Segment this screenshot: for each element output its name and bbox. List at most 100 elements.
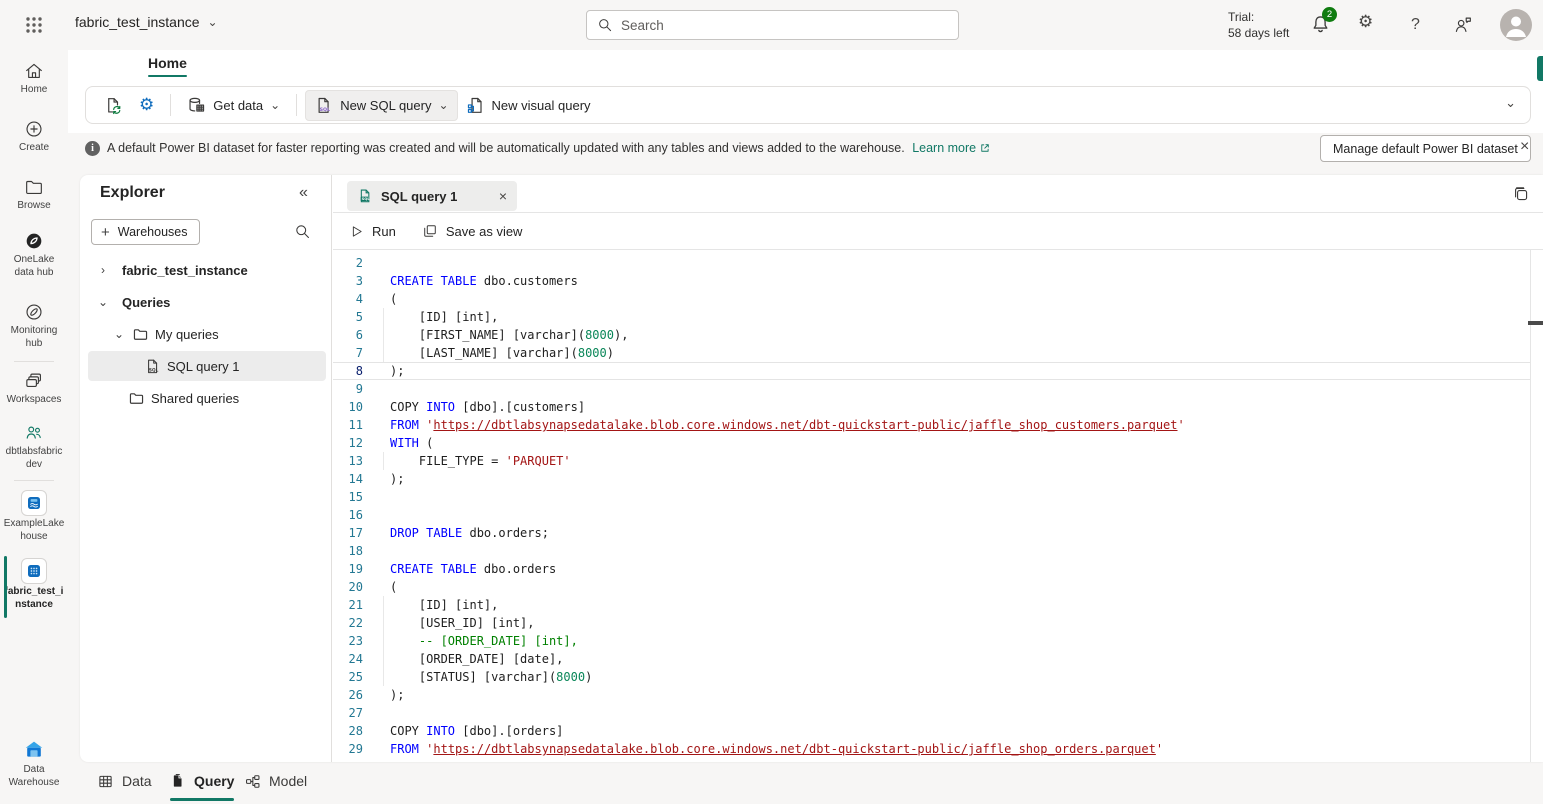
code-text: FROM 'https://dbtlabsynapsedatalake.blob… — [363, 416, 1185, 434]
code-line[interactable]: 6 [FIRST_NAME] [varchar](8000), — [333, 326, 1531, 344]
global-search[interactable] — [586, 10, 959, 40]
tab-home[interactable]: Home — [148, 55, 187, 77]
tab-query[interactable]: Query — [170, 766, 234, 796]
collapse-panel-icon[interactable]: « — [299, 184, 308, 202]
toolbar-divider — [170, 94, 171, 116]
code-line[interactable]: 14); — [333, 470, 1531, 488]
help-icon[interactable]: ? — [1411, 16, 1433, 38]
code-line[interactable]: 24 [ORDER_DATE] [date], — [333, 650, 1531, 668]
tab-label: SQL query 1 — [381, 189, 457, 204]
sidebar-item-browse[interactable]: Browse — [0, 176, 68, 212]
code-line[interactable]: 12WITH ( — [333, 434, 1531, 452]
code-line[interactable]: 10COPY INTO [dbo].[customers] — [333, 398, 1531, 416]
new-sql-query-label: New SQL query — [340, 98, 431, 113]
code-line[interactable]: 16 — [333, 506, 1531, 524]
tab-model[interactable]: Model — [244, 766, 307, 796]
model-diagram-icon — [244, 773, 261, 790]
new-query-refresh-button[interactable] — [96, 91, 131, 120]
settings-gear-icon[interactable]: ⚙ — [1358, 13, 1380, 35]
run-button[interactable]: Run — [349, 224, 396, 239]
app-launcher-icon[interactable] — [24, 15, 44, 35]
workspace-selector[interactable]: fabric_test_instance ⌄ — [75, 14, 218, 30]
sidebar-item-create[interactable]: Create — [0, 118, 68, 154]
onelake-icon — [0, 230, 68, 252]
chevron-down-icon[interactable]: ⌄ — [96, 295, 110, 309]
code-line[interactable]: 5 [ID] [int], — [333, 308, 1531, 326]
explorer-search-icon[interactable] — [294, 223, 311, 240]
learn-more-link[interactable]: Learn more — [912, 141, 976, 155]
tree-item-my-queries[interactable]: ⌄ My queries — [88, 319, 326, 349]
line-number: 9 — [333, 380, 363, 398]
settings-button[interactable]: ⚙ — [131, 91, 162, 119]
new-visual-query-button[interactable]: New visual query — [458, 91, 599, 120]
code-line[interactable]: 18 — [333, 542, 1531, 560]
add-warehouses-button[interactable]: + Warehouses — [91, 219, 200, 245]
code-line[interactable]: 23 -- [ORDER_DATE] [int], — [333, 632, 1531, 650]
code-text: FROM 'https://dbtlabsynapsedatalake.blob… — [363, 740, 1163, 758]
sidebar-item-examplelakehouse[interactable]: ExampleLakehouse — [0, 490, 68, 543]
code-line[interactable]: 27 — [333, 704, 1531, 722]
sidebar-item-data-warehouse[interactable]: Data Warehouse — [0, 738, 68, 789]
editor-scrollbar-thumb[interactable] — [1528, 321, 1543, 325]
code-text: FILE_TYPE = 'PARQUET' — [363, 452, 571, 470]
sidebar-item-onelake-data-hub[interactable]: OneLake data hub — [0, 230, 68, 279]
code-line[interactable]: 17DROP TABLE dbo.orders; — [333, 524, 1531, 542]
code-line[interactable]: 25 [STATUS] [varchar](8000) — [333, 668, 1531, 686]
tree-item-warehouse-root[interactable]: › fabric_test_instance — [88, 255, 326, 285]
sidebar-item-home[interactable]: Home — [0, 60, 68, 96]
code-line[interactable]: 4( — [333, 290, 1531, 308]
rail-divider — [14, 361, 54, 362]
save-as-view-button[interactable]: Save as view — [422, 223, 523, 239]
code-line[interactable]: 19CREATE TABLE dbo.orders — [333, 560, 1531, 578]
workspace-people-icon — [0, 422, 68, 444]
folder-icon — [0, 176, 68, 198]
code-line[interactable]: 9 — [333, 380, 1531, 398]
tree-item-sql-query-1[interactable]: SQL SQL query 1 — [88, 351, 326, 381]
code-text: ); — [363, 686, 404, 704]
tab-sql-query-1[interactable]: SQL SQL query 1 × — [347, 181, 517, 211]
line-number: 4 — [333, 290, 363, 308]
tab-data[interactable]: Data — [97, 766, 152, 796]
trial-status: Trial: 58 days left — [1228, 9, 1289, 41]
code-line[interactable]: 8); — [333, 362, 1531, 380]
code-line[interactable]: 28COPY INTO [dbo].[orders] — [333, 722, 1531, 740]
sql-code-editor[interactable]: 23CREATE TABLE dbo.customers4(5 [ID] [in… — [333, 250, 1531, 762]
chevron-down-icon[interactable]: ⌄ — [112, 327, 126, 341]
code-line[interactable]: 3CREATE TABLE dbo.customers — [333, 272, 1531, 290]
tab-close-icon[interactable]: × — [499, 188, 507, 204]
ribbon-row: ⚙ Get data ⌄ SQL New SQL query ⌄ New vis… — [68, 83, 1543, 133]
search-input[interactable] — [621, 18, 921, 33]
line-number: 17 — [333, 524, 363, 542]
code-line[interactable]: 29FROM 'https://dbtlabsynapsedatalake.bl… — [333, 740, 1531, 758]
toolbar-overflow-chevron[interactable]: ⌄ — [1505, 95, 1516, 111]
workspace-name: fabric_test_instance — [75, 14, 200, 30]
trial-days-left: 58 days left — [1228, 25, 1289, 41]
manage-default-dataset-button[interactable]: Manage default Power BI dataset — [1320, 135, 1531, 162]
code-line[interactable]: 15 — [333, 488, 1531, 506]
get-data-button[interactable]: Get data ⌄ — [179, 91, 288, 120]
sidebar-item-fabric-test-instance[interactable]: fabric_test_instance — [0, 558, 68, 611]
chevron-right-icon[interactable]: › — [96, 263, 110, 277]
account-avatar[interactable] — [1500, 9, 1532, 41]
new-sql-query-button[interactable]: SQL New SQL query ⌄ — [305, 90, 457, 121]
sidebar-item-workspaces[interactable]: Workspaces — [0, 370, 68, 406]
share-button[interactable]: Share — [1537, 56, 1543, 81]
tree-item-shared-queries[interactable]: Shared queries — [88, 383, 326, 413]
copy-icon[interactable] — [1512, 185, 1530, 203]
banner-close-icon[interactable]: × — [1520, 138, 1529, 156]
tree-item-queries[interactable]: ⌄ Queries — [88, 287, 326, 317]
code-line[interactable]: 26); — [333, 686, 1531, 704]
code-line[interactable]: 22 [USER_ID] [int], — [333, 614, 1531, 632]
line-number: 18 — [333, 542, 363, 560]
sidebar-item-dbtlabsfabricdev[interactable]: dbtlabsfabricdev — [0, 422, 68, 471]
code-line[interactable]: 7 [LAST_NAME] [varchar](8000) — [333, 344, 1531, 362]
code-line[interactable]: 11FROM 'https://dbtlabsynapsedatalake.bl… — [333, 416, 1531, 434]
feedback-icon[interactable] — [1452, 14, 1474, 36]
code-line[interactable]: 21 [ID] [int], — [333, 596, 1531, 614]
code-line[interactable]: 13 FILE_TYPE = 'PARQUET' — [333, 452, 1531, 470]
code-line[interactable]: 2 — [333, 254, 1531, 272]
sql-file-icon: SQL — [144, 358, 161, 375]
code-line[interactable]: 20( — [333, 578, 1531, 596]
run-label: Run — [372, 224, 396, 239]
sidebar-item-monitoring-hub[interactable]: Monitoring hub — [0, 301, 68, 350]
